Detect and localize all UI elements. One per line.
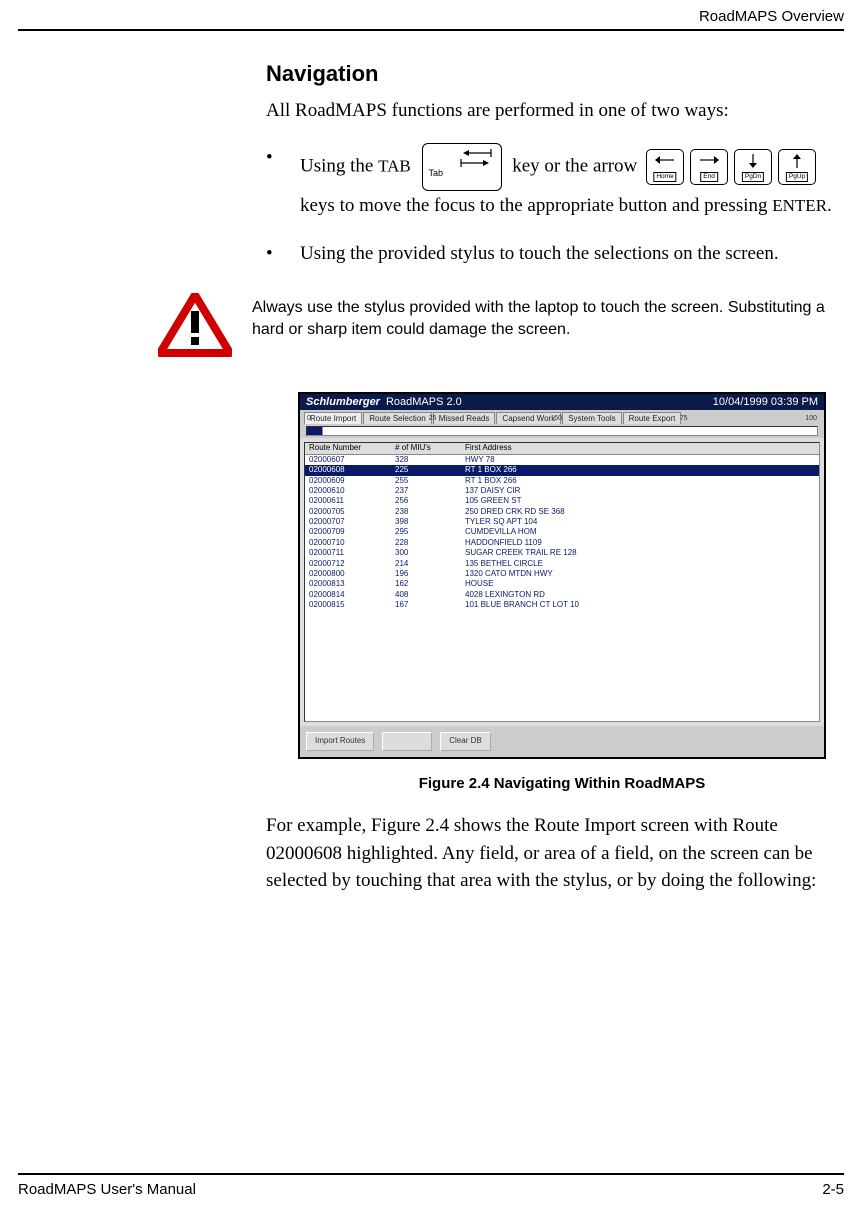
figure-caption: Figure 2.4 Navigating Within RoadMAPS	[298, 775, 826, 792]
app-title: RoadMAPS 2.0	[386, 396, 462, 408]
tab-word: TAB	[378, 156, 411, 175]
enter-word: ENTER	[772, 196, 827, 215]
table-row[interactable]: 02000707398TYLER SQ APT 104	[305, 517, 819, 527]
table-row[interactable]: 02000611256105 GREEN ST	[305, 496, 819, 506]
example-paragraph: For example, Figure 2.4 shows the Route …	[266, 812, 836, 895]
disabled-button	[382, 732, 432, 751]
app-brand: Schlumberger	[306, 396, 380, 408]
table-row[interactable]: 02000610237137 DAISY CIR	[305, 486, 819, 496]
table-row[interactable]: 02000711300SUGAR CREEK TRAIL RE 128	[305, 548, 819, 558]
arrow-down-key-icon: PgDn	[734, 149, 772, 185]
list-item: • Using the TAB Tab	[266, 143, 836, 221]
table-row[interactable]: 02000712214135 BETHEL CIRCLE	[305, 559, 819, 569]
tab-key-icon: Tab	[422, 143, 502, 191]
warning-text: Always use the stylus provided with the …	[252, 293, 834, 340]
b2-text: Using the provided stylus to touch the s…	[300, 239, 836, 269]
section-heading: Navigation	[266, 61, 836, 87]
manual-title: RoadMAPS User's Manual	[18, 1181, 196, 1198]
app-datetime: 10/04/1999 03:39 PM	[713, 396, 818, 408]
chapter-title: RoadMAPS Overview	[699, 8, 844, 25]
warning-icon	[158, 293, 232, 362]
list-item: • Using the provided stylus to touch the…	[266, 239, 836, 269]
app-screenshot: Schlumberger RoadMAPS 2.0 10/04/1999 03:…	[298, 392, 826, 759]
import-routes-button[interactable]: Import Routes	[306, 732, 374, 751]
page-number: 2-5	[822, 1181, 844, 1198]
table-row[interactable]: 02000609255RT 1 BOX 266	[305, 476, 819, 486]
table-row[interactable]: 020008144084028 LEXINGTON RD	[305, 590, 819, 600]
b1-pre: Using the	[300, 155, 378, 176]
table-row[interactable]: 02000709295CUMDEVILLA HOM	[305, 527, 819, 537]
app-titlebar: Schlumberger RoadMAPS 2.0 10/04/1999 03:…	[300, 394, 824, 410]
intro-paragraph: All RoadMAPS functions are performed in …	[266, 97, 836, 125]
table-row[interactable]: 02000710228HADDONFIELD 1109	[305, 538, 819, 548]
b1-post: keys to move the focus to the appropriat…	[300, 195, 772, 216]
table-row[interactable]: 02000813162HOUSE	[305, 579, 819, 589]
progress-bar: 0 25 50 75 100	[306, 426, 818, 436]
arrow-keys-group: Home End PgDn	[646, 149, 816, 185]
b1-mid: key or the arrow	[512, 155, 642, 176]
page-header: RoadMAPS Overview	[18, 0, 844, 31]
table-row[interactable]: 02000607328HWY 78	[305, 455, 819, 465]
arrow-left-key-icon: Home	[646, 149, 684, 185]
arrow-up-key-icon: PgUp	[778, 149, 816, 185]
button-row: Import Routes Clear DB	[300, 726, 824, 757]
progress-area: 0 25 50 75 100	[300, 424, 824, 438]
table-row[interactable]: 02000705238250 DRED CRK RD SE 368	[305, 507, 819, 517]
route-table[interactable]: Route Number # of MIU's First Address 02…	[304, 442, 820, 722]
arrow-right-key-icon: End	[690, 149, 728, 185]
table-row[interactable]: 020008001961320 CATO MTDN HWY	[305, 569, 819, 579]
warning-block: Always use the stylus provided with the …	[18, 293, 844, 362]
page-footer: RoadMAPS User's Manual 2-5	[18, 1173, 844, 1212]
table-row[interactable]: 02000608225RT 1 BOX 266	[305, 465, 819, 475]
table-row[interactable]: 02000815167101 BLUE BRANCH CT LOT 10	[305, 600, 819, 610]
table-header: Route Number # of MIU's First Address	[305, 443, 819, 454]
bullet-list: • Using the TAB Tab	[266, 143, 836, 270]
clear-db-button[interactable]: Clear DB	[440, 732, 490, 751]
